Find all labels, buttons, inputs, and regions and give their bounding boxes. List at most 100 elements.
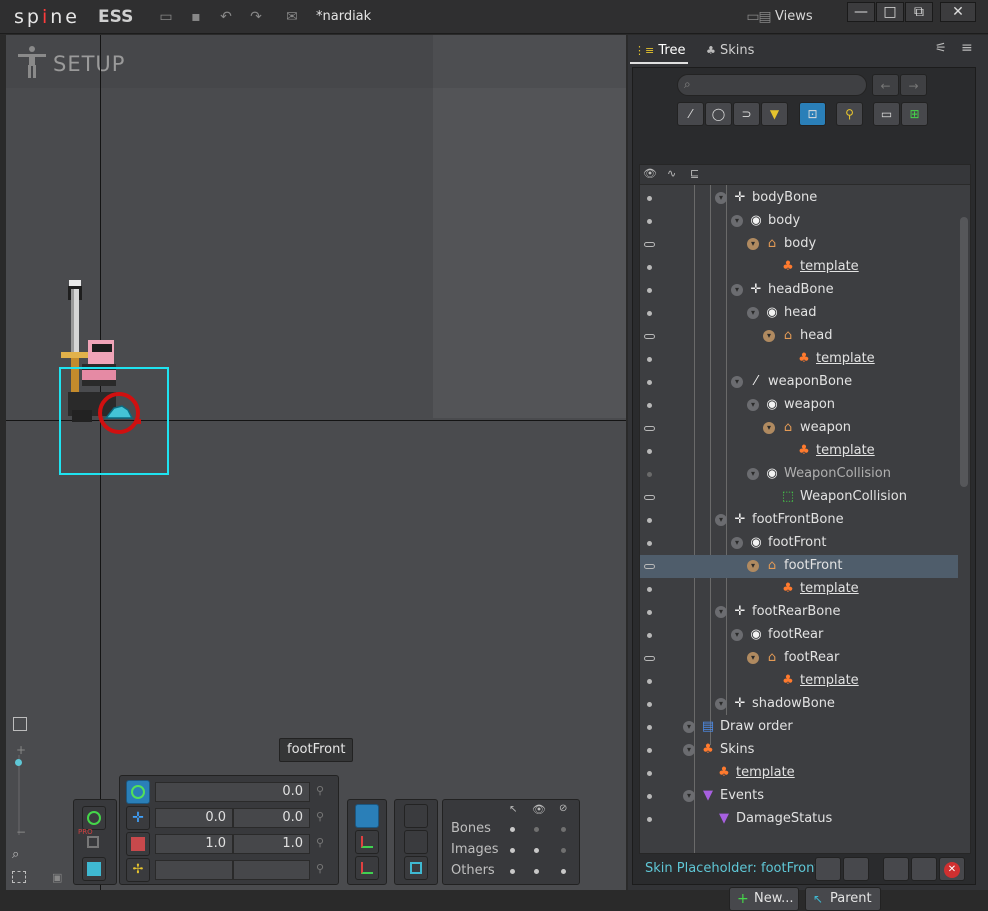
- tree-row[interactable]: ▾ ▼ Events: [640, 785, 958, 808]
- tree-row[interactable]: ▾ ◉ footRear: [640, 624, 958, 647]
- save-icon[interactable]: ▪: [188, 9, 204, 25]
- minimize-button[interactable]: —: [847, 2, 875, 22]
- tree-row[interactable]: ♣ template: [640, 256, 958, 279]
- tree-row[interactable]: ▾ ⌂ weapon: [640, 417, 958, 440]
- visibility-toggle[interactable]: [647, 196, 652, 201]
- visibility-toggle[interactable]: [647, 725, 652, 730]
- zoom-out-icon[interactable]: −: [16, 825, 26, 839]
- visibility-toggle[interactable]: [647, 265, 652, 270]
- expand-toggle-icon[interactable]: ▾: [731, 537, 743, 549]
- translate-key-icon[interactable]: ⚲: [316, 810, 324, 823]
- visibility-toggle[interactable]: [647, 357, 652, 362]
- zoom-handle[interactable]: [15, 759, 22, 766]
- tree-row[interactable]: ♣ template: [640, 670, 958, 693]
- filter-attachments-button[interactable]: ⊃: [733, 102, 760, 126]
- search-prev-button[interactable]: ←: [872, 74, 899, 96]
- visibility-toggle[interactable]: [647, 311, 652, 316]
- expand-toggle-icon[interactable]: ▾: [747, 468, 759, 480]
- tree-row[interactable]: ▾ ▤ Draw order: [640, 716, 958, 739]
- tree-row[interactable]: ♣ template: [640, 348, 958, 371]
- tree-row[interactable]: ▾ ◉ head: [640, 302, 958, 325]
- rotate-field[interactable]: 0.0: [155, 782, 310, 802]
- visibility-toggle[interactable]: [644, 334, 655, 339]
- tree-row[interactable]: ▾ ♣ Skins: [640, 739, 958, 762]
- restore-button[interactable]: ⧉: [905, 2, 933, 22]
- visibility-toggle[interactable]: [647, 288, 652, 293]
- tree-row[interactable]: ▾ ◉ body: [640, 210, 958, 233]
- visibility-toggle[interactable]: [647, 403, 652, 408]
- visibility-toggle[interactable]: [644, 495, 655, 500]
- visibility-toggle[interactable]: [644, 426, 655, 431]
- expand-toggle-icon[interactable]: ▾: [715, 698, 727, 710]
- translate-y-field[interactable]: 0.0: [233, 808, 310, 828]
- search-next-button[interactable]: →: [900, 74, 927, 96]
- shear-y-field[interactable]: [233, 860, 310, 880]
- scale-tool-button[interactable]: [126, 832, 150, 856]
- visibility-toggle[interactable]: [647, 794, 652, 799]
- expand-toggle-icon[interactable]: ▾: [683, 721, 695, 733]
- expand-toggle-icon[interactable]: ▾: [731, 629, 743, 641]
- tree-row[interactable]: ▾ ✛ shadowBone: [640, 693, 958, 716]
- expand-toggle-icon[interactable]: ▾: [747, 399, 759, 411]
- filter-slots-button[interactable]: ◯: [705, 102, 732, 126]
- create-tool-button[interactable]: [82, 857, 106, 881]
- maximize-button[interactable]: □: [876, 2, 904, 22]
- shear-key-icon[interactable]: ⚲: [316, 862, 324, 875]
- filter-funnel-button[interactable]: ▼: [761, 102, 788, 126]
- pose-tool-button[interactable]: [82, 806, 106, 830]
- scale-y-field[interactable]: 1.0: [233, 834, 310, 854]
- shear-x-field[interactable]: [155, 860, 233, 880]
- tree-row[interactable]: ▾ ⌂ footRear: [640, 647, 958, 670]
- tree-row[interactable]: ⬚ WeaponCollision: [640, 486, 958, 509]
- views-menu[interactable]: Views: [775, 9, 813, 24]
- visibility-toggle[interactable]: [647, 472, 652, 477]
- compensate-other-button[interactable]: [404, 856, 428, 880]
- visibility-toggle[interactable]: [647, 610, 652, 615]
- visibility-toggle[interactable]: [644, 564, 655, 569]
- expand-toggle-icon[interactable]: ▾: [715, 192, 727, 204]
- fit-view-icon[interactable]: [12, 871, 26, 883]
- tree-row[interactable]: ▾ ◉ WeaponCollision: [640, 463, 958, 486]
- visibility-toggle[interactable]: [647, 702, 652, 707]
- search-input[interactable]: ⌕: [677, 74, 867, 96]
- translate-x-field[interactable]: 0.0: [155, 808, 233, 828]
- bones-select-toggle[interactable]: [510, 827, 515, 832]
- rename-button[interactable]: [911, 857, 937, 881]
- visibility-toggle[interactable]: [647, 219, 652, 224]
- menu-icon[interactable]: ≡: [961, 40, 973, 56]
- tree-row[interactable]: ▾ ⁄ weaponBone: [640, 371, 958, 394]
- editor-viewport[interactable]: SETUP + − ⌕ ▣ footFront PRO 0.0 ⚲ ✛ 0.0 …: [6, 35, 626, 890]
- bone-column-icon[interactable]: ∿: [667, 167, 676, 180]
- expand-toggle-icon[interactable]: ▾: [763, 330, 775, 342]
- expand-toggle-icon[interactable]: ▾: [715, 514, 727, 526]
- lock-icon[interactable]: ▣: [52, 871, 62, 884]
- visibility-toggle[interactable]: [647, 679, 652, 684]
- zoom-slider[interactable]: [18, 755, 20, 835]
- visibility-toggle[interactable]: [647, 748, 652, 753]
- hierarchy-column-icon[interactable]: ⊑: [690, 167, 699, 180]
- rotate-key-icon[interactable]: ⚲: [316, 784, 324, 797]
- tree-row[interactable]: ▾ ✛ footFrontBone: [640, 509, 958, 532]
- tree-scrollbar[interactable]: [960, 217, 968, 487]
- others-select-toggle[interactable]: [510, 869, 515, 874]
- visibility-toggle[interactable]: [647, 587, 652, 592]
- weights-tool-button[interactable]: [82, 831, 106, 855]
- mail-icon[interactable]: ✉: [284, 9, 300, 25]
- tree-row[interactable]: ▾ ✛ bodyBone: [640, 187, 958, 210]
- pin-search-button[interactable]: ⚲: [836, 102, 863, 126]
- tree-row[interactable]: ▾ ⌂ body: [640, 233, 958, 256]
- world-axes-button[interactable]: [355, 856, 379, 880]
- rotate-tool-button[interactable]: [126, 780, 150, 804]
- expand-toggle-icon[interactable]: ▾: [747, 238, 759, 250]
- slot-toggle-button[interactable]: [843, 857, 869, 881]
- scale-x-field[interactable]: 1.0: [155, 834, 233, 854]
- images-names-toggle[interactable]: [561, 848, 566, 853]
- expand-toggle-icon[interactable]: ▾: [731, 376, 743, 388]
- others-names-toggle[interactable]: [561, 869, 566, 874]
- visibility-toggle[interactable]: [647, 633, 652, 638]
- delete-button[interactable]: ✕: [939, 857, 965, 881]
- tree-row[interactable]: ▾ ⌂ head: [640, 325, 958, 348]
- ruler-icon[interactable]: [13, 717, 27, 731]
- expand-toggle-icon[interactable]: ▾: [747, 307, 759, 319]
- tree-row[interactable]: ▾ ◉ footFront: [640, 532, 958, 555]
